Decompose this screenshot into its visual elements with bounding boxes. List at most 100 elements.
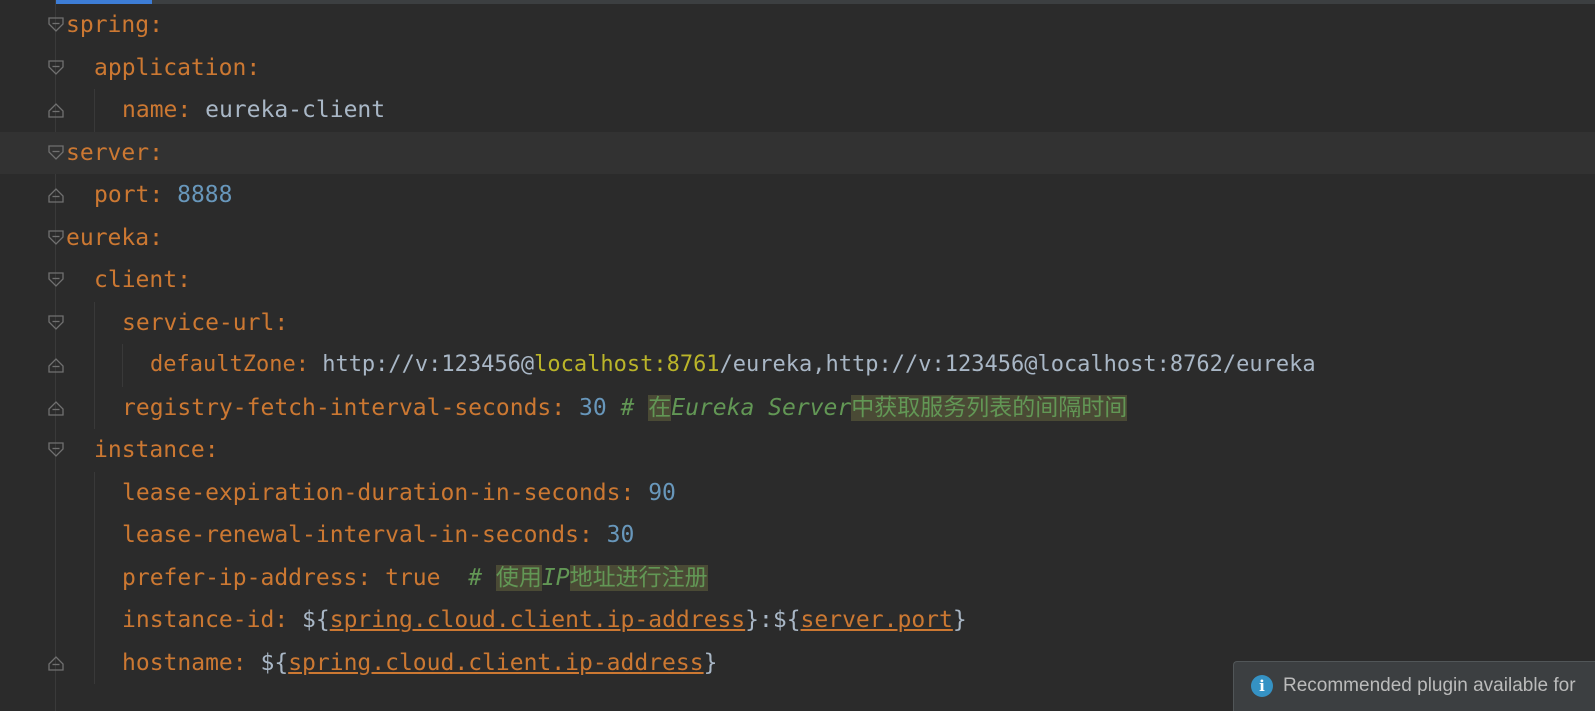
yaml-url-value: @localhost:8762/eureka: [1024, 352, 1316, 377]
yaml-boolean-value: true: [371, 564, 441, 591]
yaml-key: defaultZone: [150, 352, 296, 377]
yaml-number-value: 8888: [163, 182, 233, 208]
yaml-colon: :: [232, 649, 247, 676]
placeholder-brace: ${: [288, 607, 330, 633]
yaml-colon: :: [246, 54, 261, 81]
fold-end-icon[interactable]: [47, 356, 65, 374]
yaml-colon: :: [149, 12, 163, 38]
indent-guide: [94, 301, 95, 344]
code-line[interactable]: instance-id: ${spring.cloud.client.ip-ad…: [0, 599, 1595, 642]
yaml-colon: :: [578, 522, 593, 548]
code-line[interactable]: service-url:: [0, 301, 1595, 344]
fold-end-icon[interactable]: [47, 101, 65, 119]
property-reference-link[interactable]: spring.cloud.client.ip-address: [288, 650, 703, 676]
yaml-colon: :: [177, 267, 191, 293]
yaml-url-value: /eureka,http://v:123456: [719, 352, 1025, 377]
fold-open-icon[interactable]: [47, 441, 65, 459]
indent-guide: [94, 386, 95, 429]
yaml-colon: :: [149, 224, 163, 251]
plugin-notification-balloon[interactable]: i Recommended plugin available for: [1233, 661, 1595, 711]
comment-text: 中获取服务列表的间隔时间: [851, 394, 1128, 421]
yaml-key: registry-fetch-interval-seconds: [122, 394, 552, 421]
fold-open-icon[interactable]: [47, 144, 65, 162]
fold-end-icon[interactable]: [47, 654, 65, 672]
yaml-key: lease-renewal-interval-in-seconds: [122, 522, 579, 548]
code-line[interactable]: defaultZone: http://v:123456@localhost:8…: [0, 344, 1595, 387]
yaml-key: spring: [66, 12, 150, 38]
current-code-line[interactable]: server:: [0, 131, 1595, 174]
code-editor[interactable]: spring: application: name: eureka-client…: [0, 0, 1595, 711]
yaml-key: application: [94, 54, 247, 81]
yaml-colon: :: [149, 139, 163, 166]
comment-text: 使用: [495, 564, 542, 591]
code-line[interactable]: client:: [0, 259, 1595, 302]
property-reference-link[interactable]: spring.cloud.client.ip-address: [330, 607, 745, 633]
comment-text: 地址进行注册: [569, 564, 708, 591]
code-line[interactable]: lease-renewal-interval-in-seconds: 30: [0, 514, 1595, 557]
indent-guide: [94, 471, 95, 514]
comment-hash: #: [440, 564, 496, 591]
fold-open-icon[interactable]: [47, 16, 65, 34]
yaml-value: eureka-client: [191, 97, 386, 123]
indent-guide: [94, 89, 95, 132]
comment-text: 在: [648, 394, 672, 421]
placeholder-brace: }: [952, 607, 967, 633]
fold-end-icon[interactable]: [47, 186, 65, 204]
code-line[interactable]: prefer-ip-address: true # 使用IP地址进行注册: [0, 556, 1595, 599]
yaml-key: instance: [94, 437, 205, 463]
yaml-colon: :: [620, 479, 635, 506]
indent-guide: [94, 556, 95, 599]
yaml-key: eureka: [66, 224, 150, 251]
indent-guide: [94, 514, 95, 557]
yaml-colon: :: [149, 182, 164, 208]
code-line[interactable]: spring:: [0, 4, 1595, 47]
yaml-key: server: [66, 139, 150, 166]
comment-text: IP: [541, 564, 570, 591]
yaml-url-value: http://v:123456@: [308, 352, 535, 377]
code-line[interactable]: instance:: [0, 429, 1595, 472]
code-line[interactable]: eureka:: [0, 217, 1595, 260]
yaml-key: prefer-ip-address: [122, 564, 358, 591]
indent-guide: [94, 599, 95, 642]
yaml-number-value: 90: [634, 479, 676, 506]
placeholder-brace: }: [703, 649, 718, 676]
fold-open-icon[interactable]: [47, 229, 65, 247]
yaml-key: port: [94, 182, 150, 208]
yaml-colon: :: [204, 437, 219, 463]
placeholder-brace: ${: [246, 649, 289, 676]
placeholder-brace: }:${: [745, 607, 801, 633]
indent-guide: [122, 344, 123, 387]
yaml-colon: :: [274, 607, 289, 633]
code-line[interactable]: application:: [0, 47, 1595, 90]
yaml-key: lease-expiration-duration-in-seconds: [122, 479, 621, 506]
fold-open-icon[interactable]: [47, 314, 65, 332]
yaml-colon: :: [295, 352, 309, 377]
comment-text: Eureka Server: [671, 394, 852, 421]
yaml-key: service-url: [122, 309, 275, 336]
property-reference-link[interactable]: server.port: [801, 607, 953, 633]
code-line[interactable]: lease-expiration-duration-in-seconds: 90: [0, 471, 1595, 514]
yaml-number-value: 30: [592, 522, 635, 548]
yaml-number-value: 30: [565, 394, 607, 421]
fold-end-icon[interactable]: [47, 399, 65, 417]
comment-hash: #: [606, 394, 649, 421]
yaml-colon: :: [551, 394, 566, 421]
info-icon: i: [1251, 675, 1273, 697]
notification-text[interactable]: Recommended plugin available for: [1283, 675, 1576, 697]
code-line[interactable]: name: eureka-client: [0, 89, 1595, 132]
code-line[interactable]: registry-fetch-interval-seconds: 30 # 在E…: [0, 386, 1595, 429]
code-line[interactable]: port: 8888: [0, 174, 1595, 217]
indent-guide: [94, 344, 95, 387]
yaml-colon: :: [274, 309, 289, 336]
yaml-key: client: [94, 267, 178, 293]
yaml-key: instance-id: [122, 607, 275, 633]
yaml-colon: :: [357, 564, 372, 591]
fold-open-icon[interactable]: [47, 271, 65, 289]
yaml-host-highlight: localhost:8761: [534, 352, 720, 377]
code-area[interactable]: spring: application: name: eureka-client…: [0, 4, 1595, 684]
indent-guide: [94, 641, 95, 684]
yaml-key: hostname: [122, 649, 233, 676]
yaml-key: name: [122, 97, 178, 123]
fold-open-icon[interactable]: [47, 59, 65, 77]
yaml-colon: :: [177, 97, 192, 123]
